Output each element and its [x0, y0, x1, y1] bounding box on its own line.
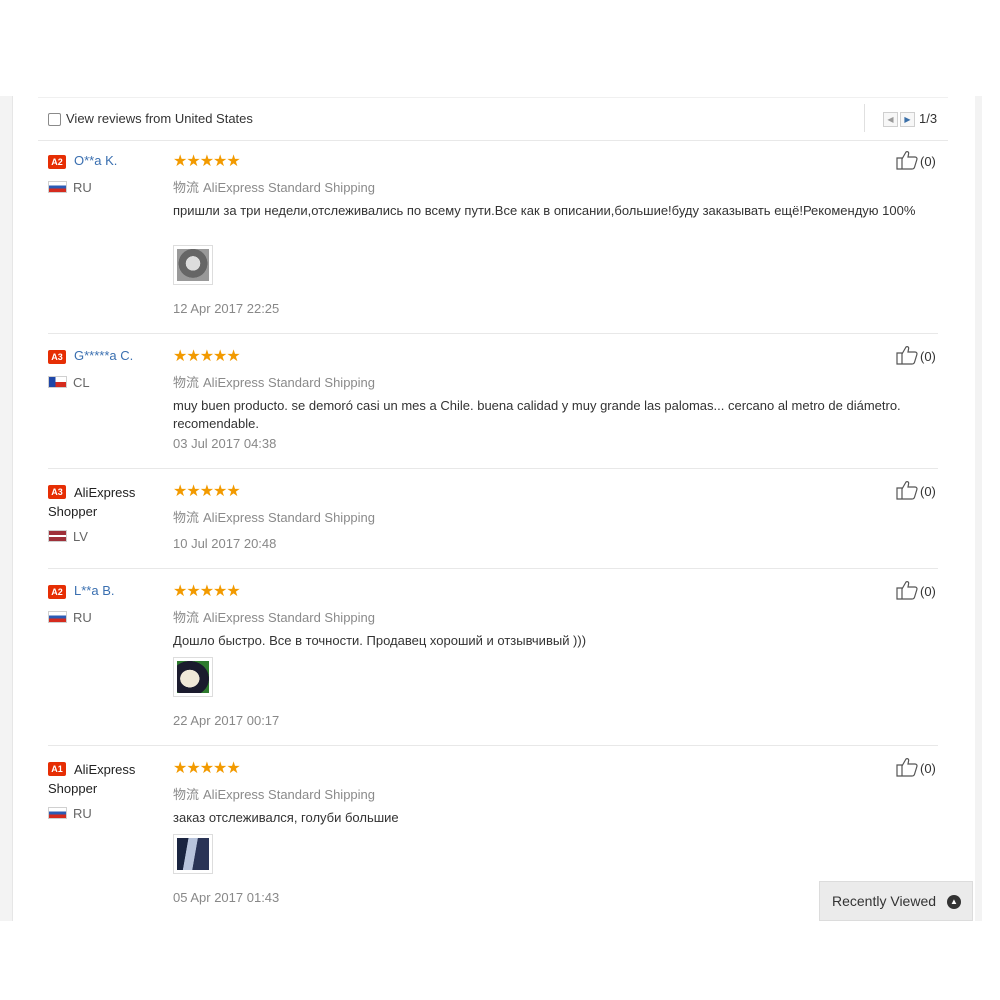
review-photo[interactable] — [173, 657, 213, 697]
shipping-method: 物流 AliExpress Standard Shipping — [173, 375, 376, 390]
review-filter-bar: View reviews from United States ◀ ▶ 1/3 — [38, 97, 948, 141]
page-indicator: 1/3 — [919, 111, 938, 126]
page-gutter-left — [0, 96, 12, 921]
thumbs-up-icon — [896, 346, 918, 365]
review-text: пришли за три недели,отслеживались по вс… — [173, 203, 916, 218]
thumbs-up-icon — [896, 151, 918, 170]
shipping-method: 物流 AliExpress Standard Shipping — [173, 180, 376, 195]
helpful-button[interactable]: (0) — [896, 150, 936, 170]
reviewer-name[interactable]: O**a K. — [74, 153, 117, 168]
review-item: A2 O**a K. RU ★★★★★ 物流 AliExpress Standar… — [48, 151, 938, 334]
rating-stars: ★★★★★ — [173, 348, 241, 365]
next-page-button[interactable]: ▶ — [900, 112, 915, 127]
review-text: Дошло быстро. Все в точности. Продавец х… — [173, 633, 587, 648]
shipping-method: 物流 AliExpress Standard Shipping — [173, 610, 376, 625]
reviewer-country: LV — [48, 529, 88, 544]
review-date: 03 Jul 2017 04:38 — [173, 436, 277, 451]
review-photo[interactable] — [173, 834, 213, 874]
flag-icon — [48, 611, 67, 623]
filter-divider — [864, 104, 865, 132]
rating-stars: ★★★★★ — [173, 583, 241, 600]
review-item: A2 L**a B. RU ★★★★★ 物流 AliExpress Standar… — [48, 581, 938, 746]
page-gutter-right — [974, 96, 982, 921]
shipping-method: 物流 AliExpress Standard Shipping — [173, 787, 376, 802]
recently-viewed-label: Recently Viewed — [832, 893, 937, 909]
review-date: 22 Apr 2017 00:17 — [173, 713, 280, 728]
reviewer-name[interactable]: L**a B. — [74, 583, 114, 598]
helpful-button[interactable]: (0) — [896, 345, 936, 365]
reviewer-name-text: AliExpress Shopper — [48, 485, 136, 519]
buyer-level-badge: A2 — [48, 155, 66, 169]
flag-icon — [48, 530, 67, 542]
review-photo[interactable] — [173, 245, 213, 285]
prev-page-button[interactable]: ◀ — [883, 112, 898, 127]
review-date: 05 Apr 2017 01:43 — [173, 890, 280, 905]
review-text: muy buen producto. se demoró casi un mes… — [173, 398, 901, 431]
thumbs-up-icon — [896, 758, 918, 777]
reviewer-name[interactable]: AliExpress Shopper — [48, 760, 148, 798]
rating-stars: ★★★★★ — [173, 760, 241, 777]
helpful-button[interactable]: (0) — [896, 580, 936, 600]
flag-icon — [48, 807, 67, 819]
country-filter-label[interactable]: View reviews from United States — [66, 111, 253, 126]
reviewer-name[interactable]: G*****a C. — [74, 348, 133, 363]
recently-viewed-tab[interactable]: Recently Viewed ▲ — [819, 881, 973, 921]
rating-stars: ★★★★★ — [173, 153, 241, 170]
review-item: A3 G*****a C. CL ★★★★★ 物流 AliExpress Stan… — [48, 346, 938, 469]
flag-icon — [48, 181, 67, 193]
chevron-up-icon[interactable]: ▲ — [947, 895, 961, 909]
reviewer-country: RU — [48, 806, 92, 821]
thumbs-up-icon — [896, 481, 918, 500]
buyer-level-badge: A3 — [48, 350, 66, 364]
reviewer-country: RU — [48, 180, 92, 195]
helpful-button[interactable]: (0) — [896, 480, 936, 500]
review-text: заказ отслеживался, голуби большие — [173, 810, 399, 825]
review-item: A1 AliExpress Shopper RU ★★★★★ 物流 AliExpr… — [48, 758, 938, 912]
shipping-method: 物流 AliExpress Standard Shipping — [173, 510, 376, 525]
reviewer-country: CL — [48, 375, 90, 390]
flag-icon — [48, 376, 67, 388]
buyer-level-badge: A2 — [48, 585, 66, 599]
page-edge — [982, 96, 1000, 506]
helpful-button[interactable]: (0) — [896, 757, 936, 777]
review-date: 12 Apr 2017 22:25 — [173, 301, 280, 316]
review-item: A3 AliExpress Shopper LV ★★★★★ 物流 AliExpr… — [48, 481, 938, 569]
review-date: 10 Jul 2017 20:48 — [173, 536, 277, 551]
country-filter-checkbox[interactable] — [48, 113, 61, 126]
reviewer-country: RU — [48, 610, 92, 625]
thumbs-up-icon — [896, 581, 918, 600]
rating-stars: ★★★★★ — [173, 483, 241, 500]
